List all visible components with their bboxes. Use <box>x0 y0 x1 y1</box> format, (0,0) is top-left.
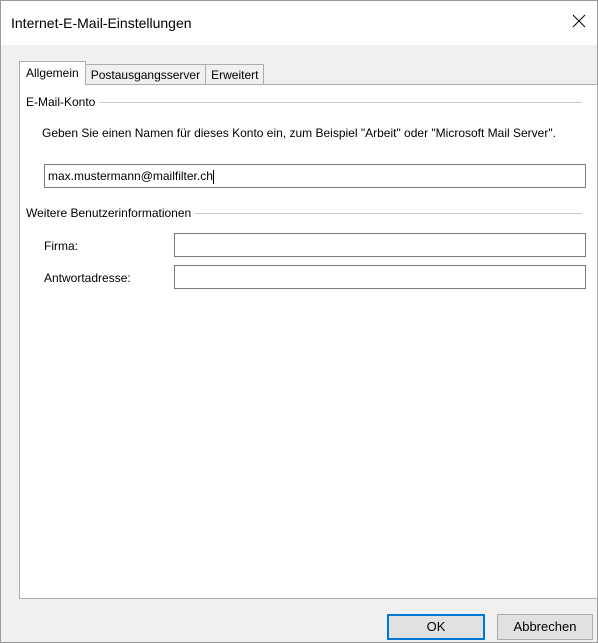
tab-allgemein[interactable]: Allgemein <box>19 61 86 85</box>
reply-address-input[interactable] <box>174 265 586 289</box>
close-button[interactable] <box>563 7 595 35</box>
reply-address-label: Antwortadresse: <box>44 271 131 285</box>
tab-strip: Allgemein Postausgangsserver Erweitert <box>19 61 265 85</box>
close-icon <box>572 14 586 28</box>
company-label: Firma: <box>44 239 78 253</box>
title-bar: Internet-E-Mail-Einstellungen <box>1 1 597 45</box>
account-name-input[interactable]: max.mustermann@mailfilter.ch <box>44 164 586 188</box>
group-divider-email-account <box>28 102 582 103</box>
account-description: Geben Sie einen Namen für dieses Konto e… <box>42 126 556 140</box>
group-label-user-info: Weitere Benutzerinformationen <box>26 206 196 220</box>
company-input[interactable] <box>174 233 586 257</box>
tab-erweitert[interactable]: Erweitert <box>205 64 265 85</box>
window-title: Internet-E-Mail-Einstellungen <box>11 15 192 31</box>
tab-postausgangsserver[interactable]: Postausgangsserver <box>84 64 207 85</box>
ok-button[interactable]: OK <box>387 614 485 640</box>
group-label-email-account: E-Mail-Konto <box>26 95 100 109</box>
tab-panel-allgemein: E-Mail-Konto Geben Sie einen Namen für d… <box>19 84 598 599</box>
account-name-value: max.mustermann@mailfilter.ch <box>48 169 213 183</box>
settings-dialog: Internet-E-Mail-Einstellungen Allgemein … <box>0 0 598 643</box>
text-caret <box>212 169 214 184</box>
cancel-button[interactable]: Abbrechen <box>497 614 593 640</box>
